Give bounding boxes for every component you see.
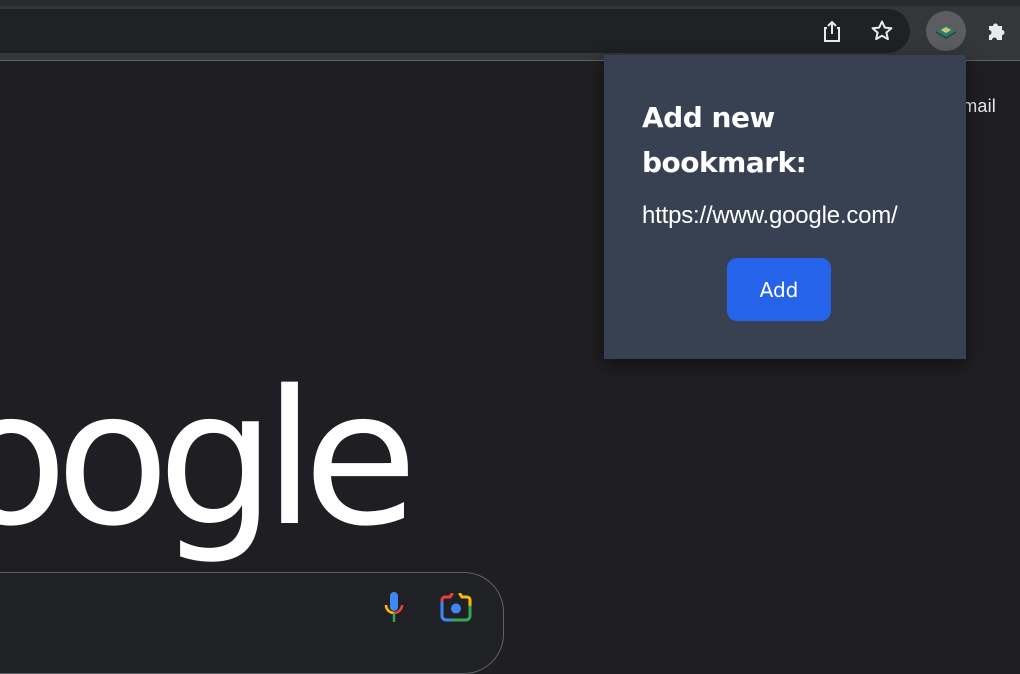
- popup-title: Add new bookmark:: [642, 101, 807, 179]
- search-box[interactable]: [0, 572, 504, 674]
- tab-strip-edge: [0, 0, 1020, 6]
- add-button[interactable]: Add: [727, 258, 831, 321]
- puzzle-piece-icon[interactable]: [978, 12, 1016, 50]
- share-icon[interactable]: [813, 12, 851, 50]
- camera-lens-icon[interactable]: [438, 590, 474, 626]
- bookmark-url: https://www.google.com/: [642, 202, 898, 229]
- browser-toolbar: [0, 0, 1020, 61]
- add-bookmark-popup: Add new bookmark: https://www.google.com…: [604, 55, 966, 359]
- bookmark-extension-icon[interactable]: [926, 11, 966, 51]
- microphone-icon[interactable]: [376, 590, 412, 626]
- google-logo: oogle: [0, 350, 418, 567]
- address-bar[interactable]: [0, 9, 910, 53]
- star-outline-icon[interactable]: [863, 12, 901, 50]
